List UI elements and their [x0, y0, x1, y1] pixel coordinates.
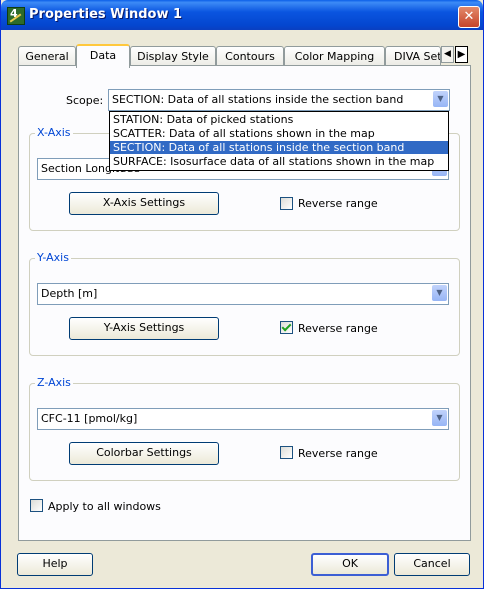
scope-option-surface[interactable]: SURFACE: Isosurface data of all stations… [110, 155, 448, 168]
x-axis-group-title: X-Axis [35, 126, 73, 139]
tab-label: Data [89, 49, 117, 62]
tab-display-style[interactable]: Display Style [130, 46, 216, 66]
window-title: Properties Window 1 [29, 7, 183, 22]
tab-contours[interactable]: Contours [216, 46, 284, 66]
properties-window: 4 Properties Window 1 ✕ General Data Dis… [0, 0, 484, 589]
scope-value: SECTION: Data of all stations inside the… [112, 93, 404, 106]
z-axis-group-title: Z-Axis [35, 376, 73, 389]
z-axis-value: CFC-11 [pmol/kg] [41, 412, 138, 425]
x-axis-reverse-checkbox[interactable] [280, 197, 293, 210]
tab-general[interactable]: General [18, 46, 76, 66]
apply-all-checkbox[interactable] [30, 499, 43, 512]
help-button[interactable]: Help [17, 553, 93, 576]
tab-label: DIVA Setti [394, 50, 440, 63]
y-axis-reverse-checkbox[interactable] [280, 321, 293, 334]
scope-option-section[interactable]: SECTION: Data of all stations inside the… [110, 141, 448, 154]
scope-option-scatter[interactable]: SCATTER: Data of all stations shown in t… [110, 127, 448, 140]
chevron-down-icon[interactable]: ▼ [432, 410, 447, 426]
z-axis-select[interactable]: CFC-11 [pmol/kg] ▼ [37, 408, 449, 430]
cancel-button[interactable]: Cancel [394, 553, 470, 576]
tab-scroll-right-button[interactable]: ▶ [455, 46, 468, 63]
tab-scroll-left-button[interactable]: ◀ [441, 46, 454, 63]
x-axis-reverse-label: Reverse range [298, 197, 378, 210]
colorbar-settings-button[interactable]: Colorbar Settings [69, 442, 219, 465]
chevron-left-icon: ◀ [444, 49, 451, 59]
y-axis-select[interactable]: Depth [m] ▼ [37, 283, 449, 305]
tab-label: Display Style [137, 50, 209, 63]
chevron-right-icon: ▶ [457, 49, 466, 60]
app-icon: 4 [7, 7, 25, 25]
x-axis-settings-button[interactable]: X-Axis Settings [69, 192, 219, 215]
scope-option-station[interactable]: STATION: Data of picked stations [110, 113, 448, 126]
y-axis-group [29, 258, 460, 356]
close-button[interactable]: ✕ [458, 6, 480, 28]
z-axis-reverse-checkbox[interactable] [280, 446, 293, 459]
tab-data[interactable]: Data [76, 44, 130, 68]
tab-label: Color Mapping [294, 50, 375, 63]
apply-all-label: Apply to all windows [48, 500, 161, 513]
tab-diva-settings[interactable]: DIVA Setti [385, 46, 441, 65]
chevron-down-icon[interactable]: ▼ [433, 91, 448, 107]
tab-color-mapping[interactable]: Color Mapping [284, 46, 385, 66]
tab-label: General [25, 50, 69, 63]
y-axis-value: Depth [m] [41, 287, 98, 300]
chevron-down-icon[interactable]: ▼ [432, 285, 447, 301]
tab-strip: General Data Display Style Contours Colo… [18, 44, 470, 68]
scope-label: Scope: [66, 94, 104, 107]
y-axis-settings-button[interactable]: Y-Axis Settings [69, 317, 219, 340]
z-axis-reverse-label: Reverse range [298, 447, 378, 460]
y-axis-reverse-label: Reverse range [298, 322, 378, 335]
y-axis-group-title: Y-Axis [35, 251, 71, 264]
scope-select[interactable]: SECTION: Data of all stations inside the… [108, 89, 450, 111]
scope-dropdown-list: STATION: Data of picked stations SCATTER… [109, 111, 449, 171]
z-axis-group [29, 383, 460, 481]
tab-label: Contours [225, 50, 275, 63]
close-icon: ✕ [463, 9, 475, 24]
ok-button[interactable]: OK [311, 553, 389, 576]
title-bar[interactable]: 4 Properties Window 1 ✕ [1, 0, 483, 30]
